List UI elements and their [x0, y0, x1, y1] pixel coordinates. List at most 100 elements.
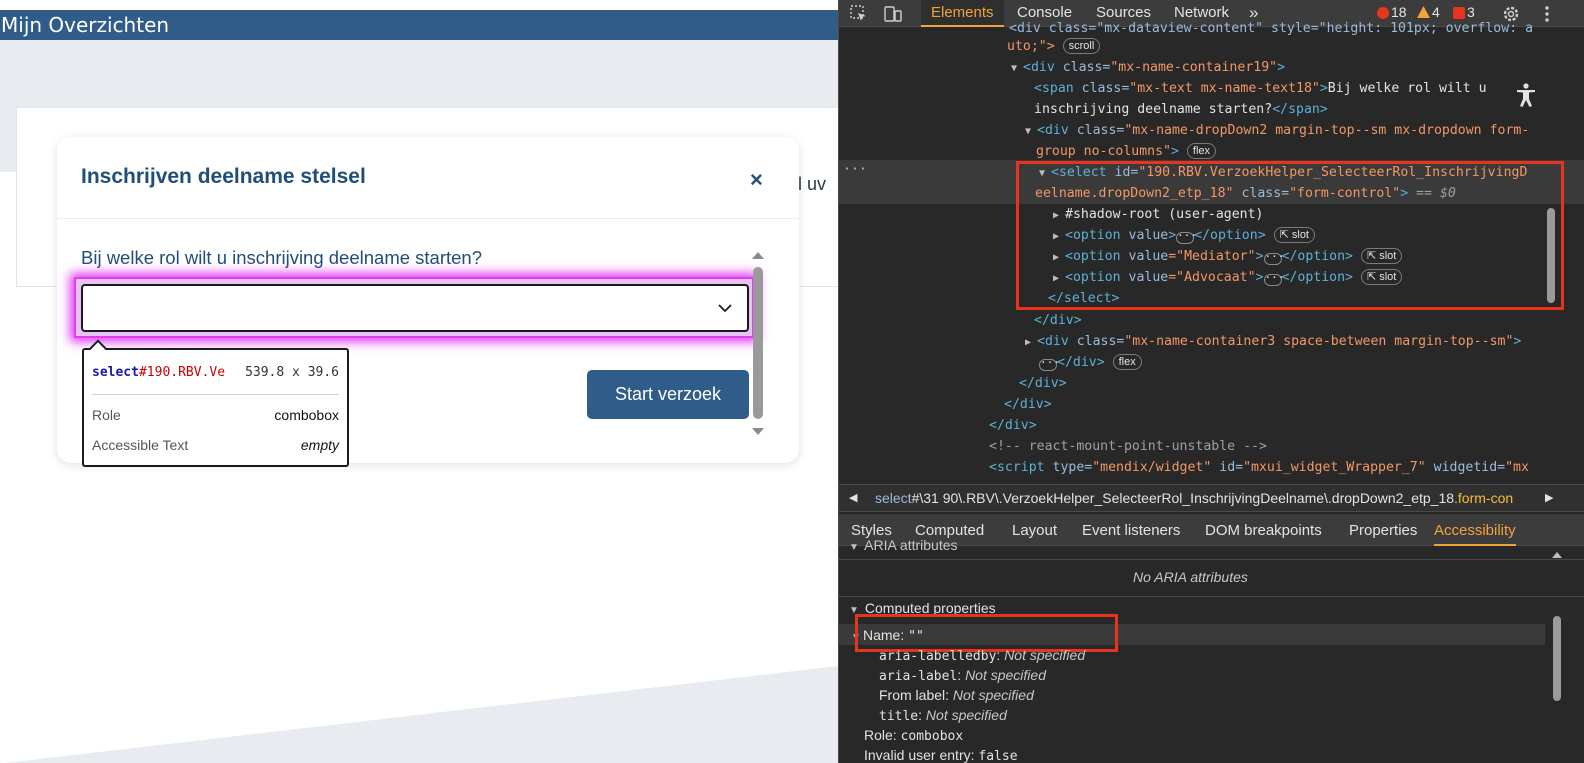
- scroll-badge[interactable]: scroll: [1062, 38, 1101, 54]
- accessibility-scrollbar-thumb[interactable]: [1553, 616, 1561, 701]
- device-toolbar-icon[interactable]: [883, 4, 903, 24]
- dom-line[interactable]: </div>: [1034, 310, 1082, 331]
- dom-text: class=: [1068, 334, 1125, 349]
- dom-line[interactable]: <span class="mx-text mx-name-text18">Bij…: [1034, 78, 1487, 99]
- dom-text: <span: [1034, 81, 1074, 96]
- dom-line[interactable]: </div>: [989, 415, 1037, 436]
- expand-triangle-icon[interactable]: ▼: [1011, 58, 1023, 79]
- expand-triangle-icon[interactable]: ▼: [849, 542, 861, 553]
- tooltip-divider: [92, 394, 339, 395]
- dom-line[interactable]: </div>: [1004, 394, 1052, 415]
- dom-text: </div>: [989, 418, 1037, 433]
- source-value: Not specified: [925, 707, 1007, 723]
- breadcrumb: ◀ select#\31 90\.RBV\.VerzoekHelper_Sele…: [839, 484, 1584, 512]
- source-key: From label: [879, 687, 946, 703]
- dom-line[interactable]: <!-- react-mount-point-unstable -->: [989, 436, 1267, 457]
- modal-divider: [57, 218, 799, 219]
- dom-text: </div>: [1004, 397, 1052, 412]
- no-aria-attributes-text: No ARIA attributes: [1133, 569, 1248, 585]
- tooltip-role-value: combobox: [274, 407, 339, 423]
- flex-badge[interactable]: flex: [1186, 143, 1217, 159]
- modal-scrollbar-thumb[interactable]: [753, 267, 763, 419]
- tooltip-selector: select#190.RBV.Ve: [92, 365, 227, 380]
- tab-dom-breakpoints[interactable]: DOM breakpoints: [1205, 514, 1322, 546]
- dom-line[interactable]: inschrijving deelname starten?</span>: [1034, 99, 1328, 120]
- inspect-tooltip: select#190.RBV.Ve 539.8 x 39.6 Role comb…: [82, 339, 349, 467]
- tooltip-role-label: Role: [92, 407, 121, 423]
- app-header-title: Mijn Overzichten: [0, 10, 838, 40]
- flex-badge[interactable]: flex: [1112, 354, 1142, 370]
- ellipsis-icon[interactable]: ···: [1039, 357, 1060, 371]
- modal-title: Inschrijven deelname stelsel: [81, 165, 366, 188]
- dom-text: id=: [1211, 460, 1244, 475]
- source-key: aria-label: [879, 669, 958, 684]
- dom-line[interactable]: <script type="mendix/widget" id="mxui_wi…: [989, 457, 1529, 478]
- dom-line[interactable]: group no-columns"> flex: [1036, 141, 1217, 162]
- breadcrumb-tag: select: [875, 490, 912, 506]
- dom-line[interactable]: ···</div> flex: [1039, 352, 1142, 373]
- name-source-row: From label: Not specified: [879, 687, 1034, 703]
- accessibility-icon[interactable]: [1511, 80, 1541, 110]
- dom-text: <div: [1037, 123, 1069, 138]
- dom-line[interactable]: ▼ <div class="mx-name-dropDown2 margin-to…: [1025, 120, 1529, 142]
- inspect-element-icon[interactable]: [849, 4, 869, 24]
- source-key: title: [879, 709, 919, 724]
- tooltip-role-row: Role combobox: [92, 407, 339, 427]
- close-icon[interactable]: ×: [750, 167, 763, 193]
- invalid-value: false: [978, 749, 1018, 763]
- aria-attributes-header[interactable]: ▼ ARIA attributes: [849, 537, 958, 553]
- dom-scrollbar-thumb[interactable]: [1547, 208, 1555, 303]
- dom-text: <div class="mx-dataview-content" style="…: [1009, 21, 1534, 36]
- scroll-down-arrow-icon[interactable]: [751, 427, 765, 437]
- dom-text: "mx-name-dropDown2 margin-top--sm mx-dro…: [1124, 123, 1530, 138]
- tooltip-accessible-text-label: Accessible Text: [92, 437, 189, 453]
- dom-text: >: [1513, 334, 1522, 349]
- footer-background-wedge: [0, 666, 838, 763]
- tooltip-selector-tag: select: [92, 365, 139, 380]
- dom-text: "mxui_widget_Wrapper_7": [1243, 460, 1426, 475]
- node-actions-ellipsis[interactable]: ···: [843, 159, 867, 180]
- scroll-up-arrow-icon[interactable]: [751, 250, 765, 260]
- tooltip-dimensions: 539.8 x 39.6: [245, 365, 339, 380]
- expand-triangle-icon[interactable]: ▼: [1025, 121, 1037, 142]
- role-select[interactable]: [81, 284, 749, 332]
- dom-line[interactable]: </div>: [1019, 373, 1067, 394]
- source-value: Not specified: [1004, 647, 1086, 663]
- breadcrumb-right-arrow-icon[interactable]: ▶: [1545, 485, 1553, 511]
- role-value: combobox: [900, 729, 964, 744]
- dom-text: class=: [1068, 123, 1125, 138]
- tooltip-selector-id: #190.RBV.Ve: [138, 365, 226, 380]
- dom-text: "mx: [1505, 460, 1529, 475]
- dom-text: </div>: [1034, 313, 1082, 328]
- dom-tree: <div class="mx-dataview-content" style="…: [839, 21, 1584, 483]
- dom-line[interactable]: ▼ <div class="mx-name-container19">: [1011, 57, 1285, 79]
- dom-text: uto;">: [1007, 39, 1055, 54]
- dom-text: </div>: [1057, 355, 1105, 370]
- tab-properties[interactable]: Properties: [1349, 514, 1417, 546]
- dom-text: >: [1319, 81, 1328, 96]
- tab-layout[interactable]: Layout: [1012, 514, 1057, 546]
- collapse-triangle-icon[interactable]: ▶: [1025, 332, 1037, 353]
- name-source-row: title: Not specified: [879, 707, 1007, 724]
- annotation-red-box-select: [1016, 161, 1564, 310]
- dom-text: inschrijving deelname starten?: [1034, 102, 1273, 117]
- tab-accessibility[interactable]: Accessibility: [1434, 514, 1516, 546]
- dom-text: class=: [1054, 60, 1111, 75]
- dom-text: <!-- react-mount-point-unstable -->: [989, 439, 1267, 454]
- start-request-button[interactable]: Start verzoek: [587, 370, 749, 419]
- dom-text: widgetid=: [1425, 460, 1506, 475]
- dom-line[interactable]: ▶ <div class="mx-name-container3 space-be…: [1025, 331, 1521, 353]
- dom-text: "mx-name-container3 space-between margin…: [1124, 334, 1514, 349]
- tab-elements[interactable]: Elements: [921, 0, 1004, 27]
- top-strip: [0, 0, 838, 10]
- invalid-entry-row: Invalid user entry: false: [864, 747, 1018, 763]
- dom-line[interactable]: uto;"> scroll: [1007, 36, 1101, 57]
- tab-event-listeners[interactable]: Event listeners: [1082, 514, 1180, 546]
- kebab-menu-icon[interactable]: [1537, 4, 1557, 24]
- breadcrumb-selector[interactable]: select#\31 90\.RBV\.VerzoekHelper_Select…: [875, 485, 1513, 511]
- scroll-up-arrow-icon[interactable]: [1551, 550, 1563, 559]
- name-source-row: aria-labelledby: Not specified: [879, 647, 1086, 664]
- breadcrumb-left-arrow-icon[interactable]: ◀: [849, 485, 857, 511]
- dom-text: type=: [1044, 460, 1093, 475]
- dom-text: >: [1277, 60, 1286, 75]
